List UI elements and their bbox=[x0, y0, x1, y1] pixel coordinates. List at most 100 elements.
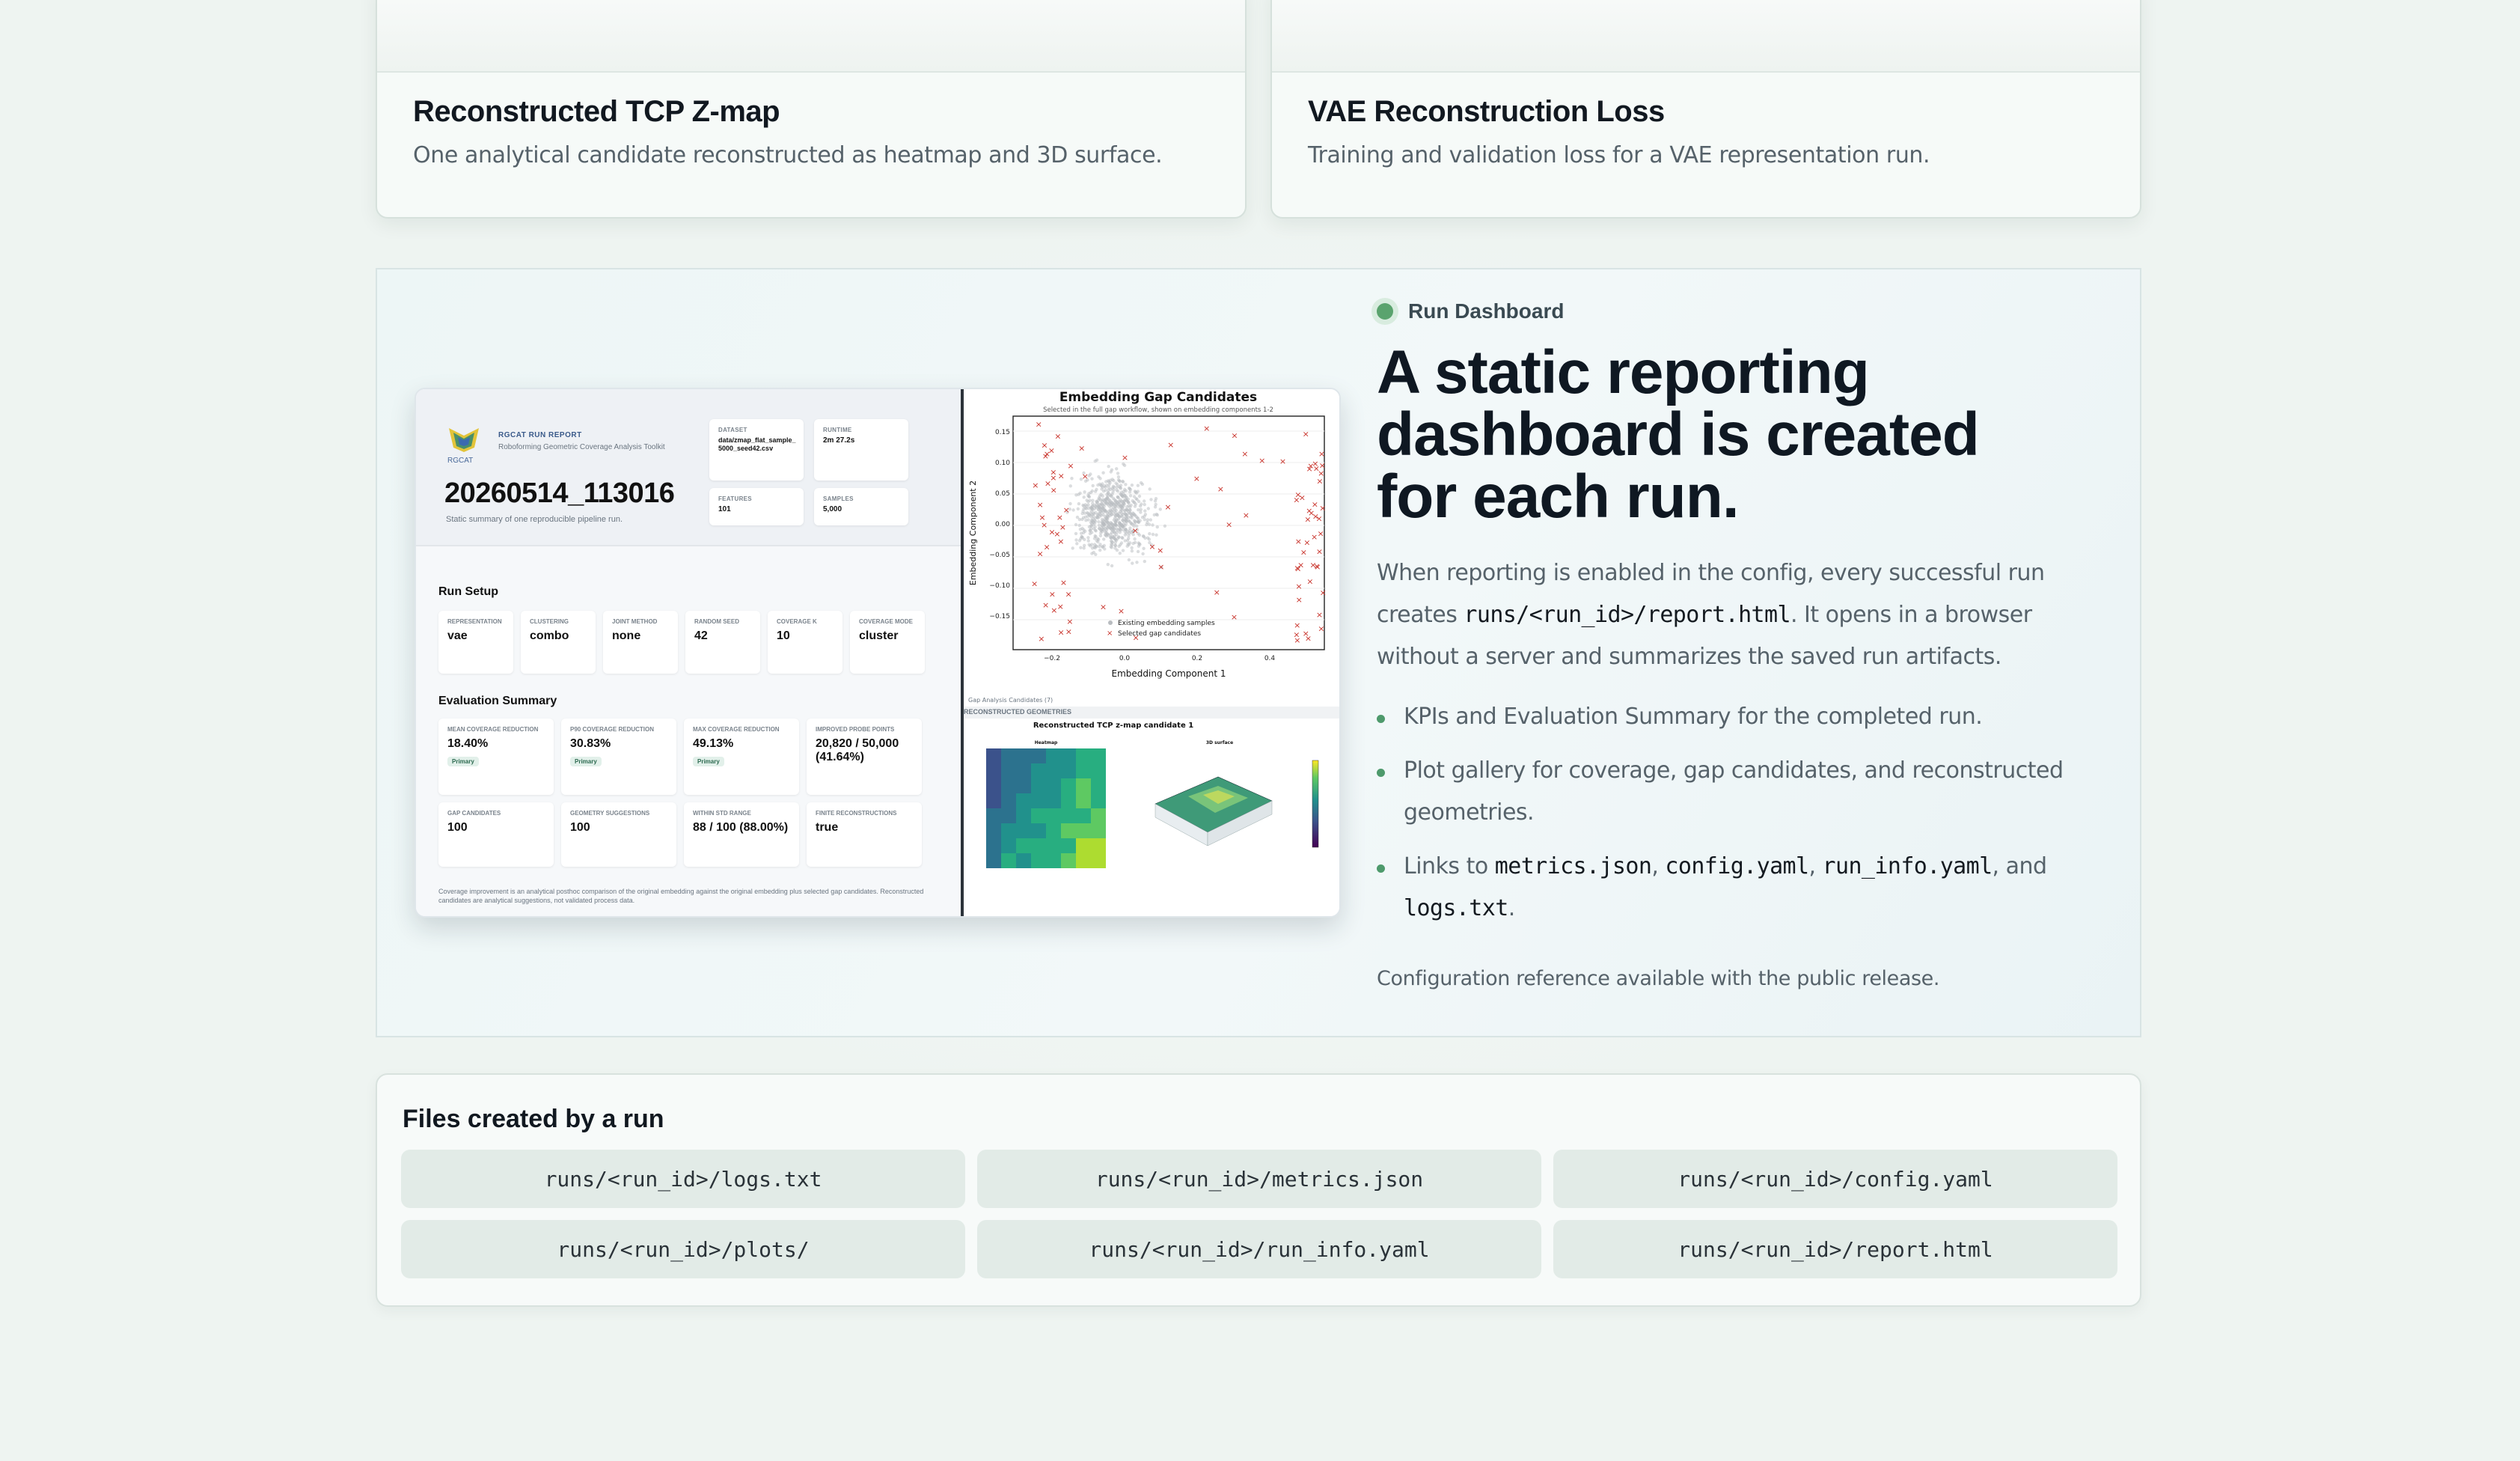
sample-point bbox=[1137, 542, 1141, 546]
gap-candidate-marker: × bbox=[1319, 461, 1326, 471]
sample-point bbox=[1107, 491, 1110, 495]
sample-point bbox=[1077, 492, 1080, 496]
sample-point bbox=[1090, 477, 1094, 481]
sample-point bbox=[1086, 539, 1090, 543]
heatmap-cell bbox=[1046, 763, 1061, 778]
sample-point bbox=[1083, 490, 1086, 494]
sample-point bbox=[1116, 517, 1121, 521]
sample-point bbox=[1087, 525, 1092, 529]
heatmap-cell bbox=[1031, 823, 1046, 838]
x-tick-label: 0.4 bbox=[1264, 655, 1276, 662]
heatmap-cell bbox=[1031, 838, 1046, 853]
sample-point bbox=[1093, 489, 1098, 493]
sample-point bbox=[1087, 507, 1091, 510]
sample-point bbox=[1110, 564, 1114, 568]
sample-point bbox=[1116, 475, 1121, 479]
meta-runtime: Runtime 2m 27.2s bbox=[814, 419, 908, 481]
sample-point bbox=[1116, 495, 1120, 499]
y-tick-label: 0.15 bbox=[995, 429, 1010, 436]
list-item: Links to metrics.json, config.yaml, run_… bbox=[1377, 846, 2117, 930]
sample-point bbox=[1127, 516, 1131, 519]
heatmap-cell bbox=[1001, 778, 1016, 793]
reconstructed-geometries-label: RECONSTRUCTED GEOMETRIES bbox=[964, 708, 1072, 716]
gap-candidate-marker: × bbox=[1066, 617, 1073, 626]
report-panel: RGCAT RGCAT RUN REPORT Roboforming Geome… bbox=[416, 389, 961, 916]
sample-point bbox=[1091, 523, 1095, 527]
heatmap-cell bbox=[986, 778, 1001, 793]
sample-point bbox=[1130, 546, 1134, 550]
sample-point bbox=[1108, 508, 1113, 512]
evaluation-card: Finite Reconstructions true bbox=[807, 802, 922, 867]
gap-candidate-marker: × bbox=[1214, 588, 1220, 597]
sample-point bbox=[1086, 503, 1090, 507]
sample-point bbox=[1122, 463, 1127, 467]
gap-candidate-marker: × bbox=[1067, 461, 1074, 471]
sample-point bbox=[1082, 504, 1086, 508]
heatmap-cell bbox=[1001, 808, 1016, 823]
sample-point bbox=[1123, 511, 1127, 516]
sample-point bbox=[1131, 499, 1134, 503]
sample-point bbox=[1128, 511, 1132, 515]
heatmap-cell bbox=[1001, 838, 1016, 853]
meta-features: Features 101 bbox=[709, 488, 804, 525]
sample-point bbox=[1115, 467, 1119, 471]
heatmap-cell bbox=[1016, 838, 1031, 853]
setup-card: Representation vae bbox=[438, 611, 513, 674]
heatmap-cell bbox=[1046, 778, 1061, 793]
heatmap-cell bbox=[1016, 853, 1031, 868]
sample-point bbox=[1113, 498, 1118, 503]
sample-point bbox=[1077, 501, 1081, 506]
gap-candidate-marker: × bbox=[1041, 520, 1048, 530]
gap-candidate-marker: × bbox=[1036, 419, 1042, 429]
gap-candidate-marker: × bbox=[1122, 453, 1128, 463]
list-item: Plot gallery for coverage, gap candidate… bbox=[1377, 750, 2117, 834]
sample-point bbox=[1134, 515, 1138, 519]
heatmap-cell bbox=[1061, 823, 1076, 838]
heatmap-cell bbox=[1031, 793, 1046, 808]
sample-point bbox=[1098, 497, 1101, 501]
gap-candidate-marker: × bbox=[1049, 590, 1056, 600]
card-reconstructed-zmap[interactable]: Reconstructed TCP Z-map One analytical c… bbox=[376, 0, 1247, 219]
sample-point bbox=[1091, 484, 1095, 488]
sample-point bbox=[1070, 477, 1074, 481]
sample-point bbox=[1128, 541, 1132, 545]
file-chip-metrics: runs/<run_id>/metrics.json bbox=[977, 1150, 1541, 1208]
heatmap-cell bbox=[1091, 778, 1106, 793]
sample-point bbox=[1074, 531, 1078, 536]
legend-sample-marker bbox=[1108, 620, 1113, 625]
sample-point bbox=[1138, 504, 1143, 508]
gap-candidate-marker: × bbox=[1293, 630, 1300, 640]
sample-point bbox=[1128, 507, 1132, 512]
sample-point bbox=[1118, 552, 1122, 555]
sample-point bbox=[1106, 563, 1110, 567]
evaluation-card: Max Coverage Reduction 49.13% Primary bbox=[684, 719, 799, 795]
heatmap-cell bbox=[1046, 838, 1061, 853]
legend-sample-label: Existing embedding samples bbox=[1118, 620, 1215, 627]
sample-point bbox=[1071, 508, 1075, 512]
gap-candidate-marker: × bbox=[1313, 463, 1320, 473]
sample-point bbox=[1149, 498, 1153, 501]
heatmap-cell bbox=[1061, 763, 1076, 778]
x-tick-label: 0.2 bbox=[1192, 655, 1202, 662]
setup-card: Random Seed 42 bbox=[685, 611, 760, 674]
sample-point bbox=[1135, 498, 1139, 501]
gap-candidate-marker: × bbox=[1300, 548, 1307, 558]
gap-candidate-marker: × bbox=[1295, 537, 1302, 546]
sample-point bbox=[1111, 502, 1116, 506]
gap-candidate-marker: × bbox=[1037, 500, 1044, 510]
sample-point bbox=[1143, 509, 1147, 513]
heatmap-cell bbox=[1076, 808, 1091, 823]
sample-point bbox=[1113, 546, 1117, 550]
heatmap-cell bbox=[1076, 838, 1091, 853]
heatmap-cell bbox=[1046, 748, 1061, 763]
gap-candidate-marker: × bbox=[1316, 610, 1323, 620]
y-tick-label: −0.05 bbox=[989, 552, 1010, 559]
sample-point bbox=[1095, 458, 1099, 462]
sample-point bbox=[1124, 489, 1128, 492]
y-tick-label: 0.10 bbox=[995, 460, 1010, 467]
logo-text: RGCAT bbox=[447, 457, 474, 465]
card-vae-loss[interactable]: VAE Reconstruction Loss Training and val… bbox=[1270, 0, 2141, 219]
gap-candidate-marker: × bbox=[1318, 529, 1324, 539]
gap-candidate-marker: × bbox=[1048, 445, 1055, 455]
file-chip-config: runs/<run_id>/config.yaml bbox=[1553, 1150, 2117, 1208]
